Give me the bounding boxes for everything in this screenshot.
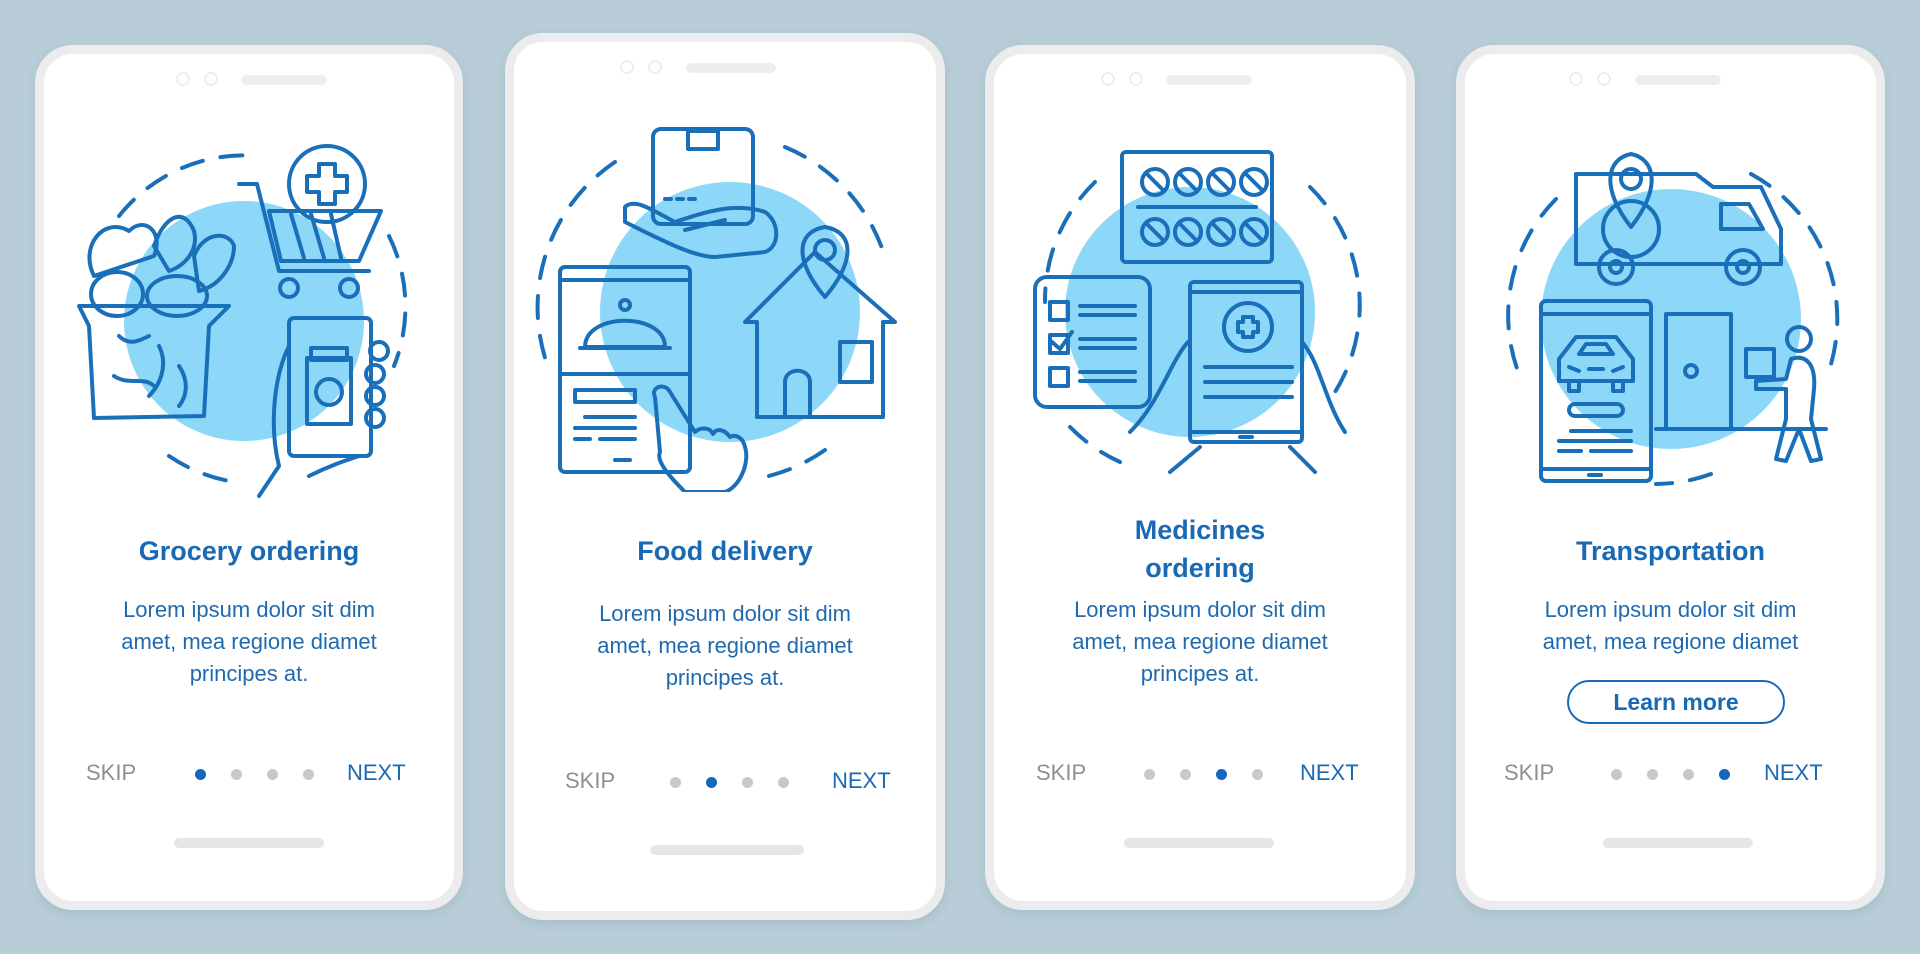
page-dot-2[interactable] [231, 769, 242, 780]
description-line: Lorem ipsum dolor sit dim [123, 597, 375, 622]
page-indicator [195, 769, 314, 780]
phone-notch [1465, 72, 1876, 88]
page-dot-1[interactable] [1144, 769, 1155, 780]
description-line: Lorem ipsum dolor sit dim [1544, 597, 1797, 622]
phone-notch [514, 60, 936, 76]
onboarding-nav: SKIP NEXT [1465, 760, 1876, 790]
page-indicator [1611, 769, 1730, 780]
title-line: ordering [1145, 553, 1255, 583]
onboarding-screen-food-delivery: Food delivery Lorem ipsum dolor sit dim … [505, 33, 945, 920]
screen-title: Grocery ordering [138, 536, 360, 566]
description-line: principes at. [189, 661, 309, 686]
skip-button[interactable]: SKIP [1036, 760, 1086, 786]
page-dot-1[interactable] [1611, 769, 1622, 780]
onboarding-screen-medicines: Medicines ordering Lorem ipsum dolor sit… [985, 45, 1415, 910]
next-button[interactable]: NEXT [832, 768, 891, 794]
page-dot-4[interactable] [778, 777, 789, 788]
page-dot-2[interactable] [1647, 769, 1658, 780]
description-line: principes at. [1140, 661, 1260, 686]
onboarding-screen-grocery: Grocery ordering Lorem ipsum dolor sit d… [35, 45, 463, 910]
page-dot-4[interactable] [303, 769, 314, 780]
page-dot-4[interactable] [1252, 769, 1263, 780]
screen-title: Medicines ordering [994, 511, 1406, 587]
home-indicator [174, 838, 324, 848]
transportation-illustration [1465, 149, 1876, 489]
grocery-ordering-illustration [44, 136, 454, 506]
speaker-grille [1166, 75, 1252, 85]
medicines-ordering-illustration [994, 142, 1406, 482]
page-dot-3[interactable] [1216, 769, 1227, 780]
page-dot-3[interactable] [1683, 769, 1694, 780]
home-indicator [1603, 838, 1753, 848]
description-line: amet, mea regione diamet [1542, 629, 1799, 654]
description-line: Lorem ipsum dolor sit dim [599, 601, 851, 626]
camera-icon [1569, 72, 1583, 86]
skip-button[interactable]: SKIP [86, 760, 136, 786]
page-dot-2[interactable] [706, 777, 717, 788]
sensor-icon [204, 72, 218, 86]
home-indicator [1124, 838, 1274, 848]
page-indicator [670, 777, 789, 788]
sensor-icon [648, 60, 662, 74]
speaker-grille [241, 75, 327, 85]
page-dot-3[interactable] [742, 777, 753, 788]
description-line: principes at. [665, 665, 785, 690]
screen-description: Lorem ipsum dolor sit dim amet, mea regi… [84, 594, 414, 690]
onboarding-screen-transportation: Transportation Lorem ipsum dolor sit dim… [1456, 45, 1885, 910]
phone-notch [994, 72, 1406, 88]
description-line: amet, mea regione diamet [1072, 629, 1328, 654]
speaker-grille [1635, 75, 1721, 85]
page-dot-3[interactable] [267, 769, 278, 780]
onboarding-nav: SKIP NEXT [514, 768, 936, 798]
camera-icon [620, 60, 634, 74]
page-dot-4[interactable] [1719, 769, 1730, 780]
phone-notch [44, 72, 454, 88]
next-button[interactable]: NEXT [347, 760, 406, 786]
food-delivery-illustration [514, 112, 936, 492]
sensor-icon [1597, 72, 1611, 86]
speaker-grille [686, 63, 776, 73]
screen-description: Lorem ipsum dolor sit dim amet, mea regi… [554, 598, 896, 694]
skip-button[interactable]: SKIP [565, 768, 615, 794]
learn-more-button[interactable]: Learn more [1567, 680, 1785, 724]
onboarding-nav: SKIP NEXT [994, 760, 1406, 790]
screen-title: Food delivery [637, 536, 813, 566]
description-line: amet, mea regione diamet [121, 629, 377, 654]
screen-description: Lorem ipsum dolor sit dim amet, mea regi… [1034, 594, 1366, 690]
camera-icon [1101, 72, 1115, 86]
next-button[interactable]: NEXT [1300, 760, 1359, 786]
onboarding-nav: SKIP NEXT [44, 760, 454, 790]
description-line: amet, mea regione diamet [597, 633, 853, 658]
skip-button[interactable]: SKIP [1504, 760, 1554, 786]
page-dot-2[interactable] [1180, 769, 1191, 780]
screen-title: Transportation [1575, 536, 1765, 566]
screen-description: Lorem ipsum dolor sit dim amet, mea regi… [1505, 594, 1836, 658]
page-dot-1[interactable] [195, 769, 206, 780]
sensor-icon [1129, 72, 1143, 86]
camera-icon [176, 72, 190, 86]
description-line: Lorem ipsum dolor sit dim [1074, 597, 1326, 622]
page-dot-1[interactable] [670, 777, 681, 788]
home-indicator [650, 845, 804, 855]
title-line: Medicines [1134, 515, 1266, 545]
next-button[interactable]: NEXT [1764, 760, 1823, 786]
page-indicator [1144, 769, 1263, 780]
